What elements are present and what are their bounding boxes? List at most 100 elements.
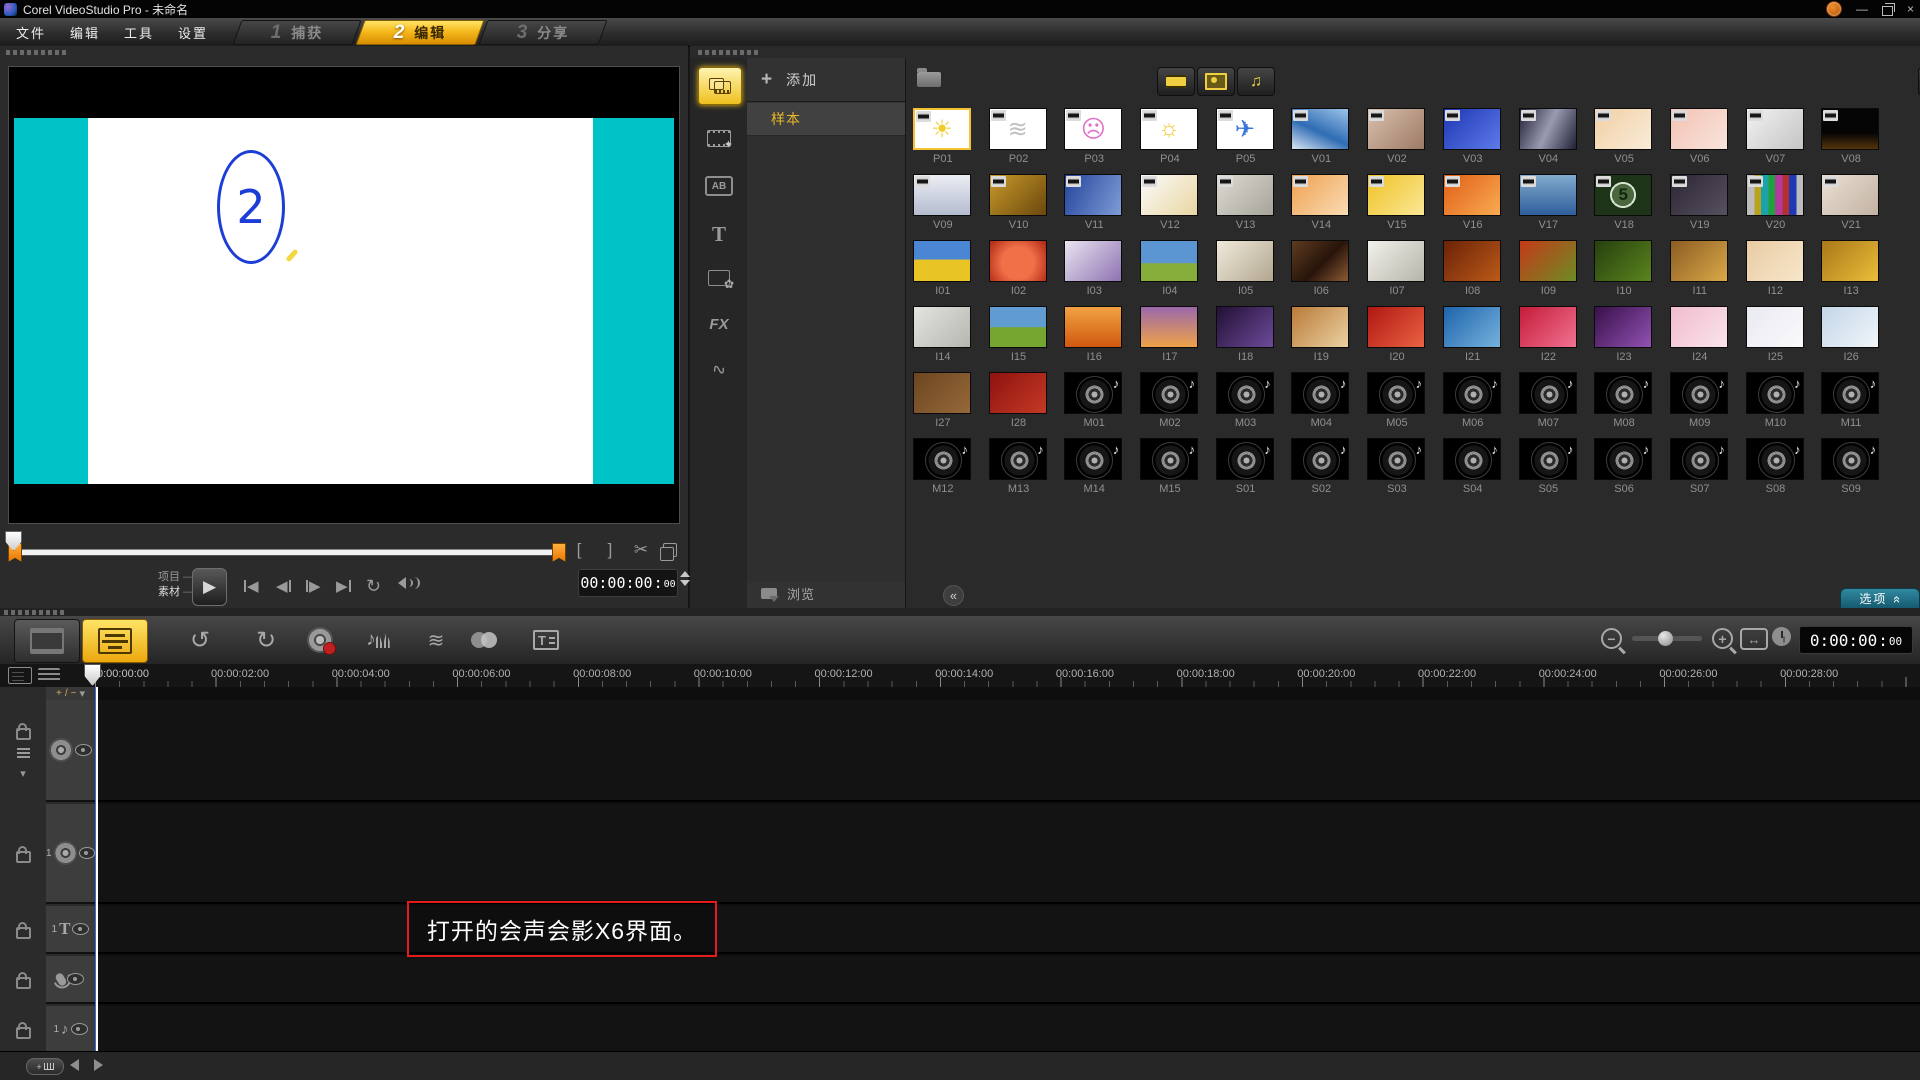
lock-icon[interactable] <box>16 927 31 939</box>
end-button[interactable]: ▶ <box>336 576 351 596</box>
transition-icon[interactable]: AB <box>698 168 740 204</box>
media-thumbnail[interactable]: I03 <box>1056 236 1132 302</box>
media-thumbnail[interactable]: ♪ M09 <box>1662 368 1738 434</box>
media-thumbnail[interactable]: I22 <box>1511 302 1587 368</box>
add-gallery-button[interactable]: + 添加 <box>747 58 905 102</box>
media-thumbnail[interactable]: ♪ S01 <box>1208 434 1284 500</box>
undo-button[interactable]: ↺ <box>180 624 220 656</box>
eye-icon[interactable] <box>71 1023 88 1035</box>
media-thumbnail[interactable]: ☹ P03 <box>1056 104 1132 170</box>
media-thumbnail[interactable]: I12 <box>1738 236 1814 302</box>
step-tab[interactable]: 3 分享 <box>483 20 603 45</box>
media-thumbnail[interactable]: I27 <box>905 368 981 434</box>
slider-knob[interactable] <box>1658 631 1673 646</box>
media-thumbnail[interactable]: I17 <box>1132 302 1208 368</box>
media-thumbnail[interactable]: V11 <box>1056 170 1132 236</box>
media-thumbnail[interactable]: ♪ M10 <box>1738 368 1814 434</box>
media-thumbnail[interactable]: V16 <box>1435 170 1511 236</box>
title-icon[interactable]: T <box>698 216 740 252</box>
duration-clock-icon[interactable] <box>1772 627 1791 646</box>
media-thumbnail[interactable]: I24 <box>1662 302 1738 368</box>
media-thumbnail[interactable]: ♪ M08 <box>1586 368 1662 434</box>
media-thumbnail[interactable]: I07 <box>1359 236 1435 302</box>
eye-icon[interactable] <box>67 973 84 985</box>
media-thumbnail[interactable]: ♪ M14 <box>1056 434 1132 500</box>
media-thumbnail[interactable]: ♪ M13 <box>981 434 1057 500</box>
media-icon[interactable] <box>698 67 742 105</box>
sound-mixer-button[interactable]: ♪ <box>358 624 398 656</box>
media-thumbnail[interactable]: ♪ S05 <box>1511 434 1587 500</box>
photos-filter-button[interactable] <box>1197 67 1235 96</box>
media-thumbnail[interactable]: ♪ M04 <box>1283 368 1359 434</box>
instant-project-icon[interactable] <box>698 120 740 156</box>
videos-filter-button[interactable] <box>1157 67 1195 96</box>
media-thumbnail[interactable]: I09 <box>1511 236 1587 302</box>
media-thumbnail[interactable]: I28 <box>981 368 1057 434</box>
media-thumbnail[interactable]: ♪ S03 <box>1359 434 1435 500</box>
mark-out-button[interactable]: ] <box>601 540 619 560</box>
options-tab[interactable]: 选项 « <box>1840 588 1920 608</box>
media-thumbnail[interactable]: I16 <box>1056 302 1132 368</box>
overlay-track-header[interactable]: 1 <box>46 804 95 904</box>
minimize-button[interactable]: — <box>1856 2 1868 16</box>
split-clip-icon[interactable]: ✂ <box>632 540 650 560</box>
title-track-header[interactable]: 1T <box>46 906 95 954</box>
media-thumbnail[interactable]: V02 <box>1359 104 1435 170</box>
media-thumbnail[interactable]: ♪ M11 <box>1813 368 1889 434</box>
media-thumbnail[interactable]: I02 <box>981 236 1057 302</box>
media-thumbnail[interactable]: I25 <box>1738 302 1814 368</box>
media-thumbnail[interactable]: I08 <box>1435 236 1511 302</box>
restore-button[interactable] <box>1882 6 1893 16</box>
media-thumbnail[interactable]: V04 <box>1511 104 1587 170</box>
scroll-left-icon[interactable] <box>70 1059 79 1071</box>
play-button[interactable]: ▶ <box>192 568 227 606</box>
spin-up-icon[interactable] <box>680 571 690 577</box>
music-track-header[interactable]: 1♪ <box>46 1006 95 1054</box>
media-thumbnail[interactable]: V12 <box>1132 170 1208 236</box>
media-thumbnail[interactable]: ♪ S08 <box>1738 434 1814 500</box>
lock-icon[interactable] <box>16 851 31 863</box>
playhead-line[interactable] <box>95 687 98 1052</box>
import-folder-icon[interactable] <box>917 72 941 87</box>
timeline-zoom-slider[interactable] <box>1632 636 1702 641</box>
enlarge-preview-icon[interactable] <box>663 543 677 557</box>
media-thumbnail[interactable]: I18 <box>1208 302 1284 368</box>
media-thumbnail[interactable]: V09 <box>905 170 981 236</box>
panel-grip[interactable] <box>698 50 760 55</box>
close-button[interactable]: × <box>1907 2 1914 16</box>
zoom-out-button[interactable]: − <box>1601 628 1622 649</box>
video-track-lane[interactable] <box>95 700 1920 802</box>
media-thumbnail[interactable]: ♪ M12 <box>905 434 981 500</box>
media-thumbnail[interactable]: I23 <box>1586 302 1662 368</box>
menu-item[interactable]: 文件 <box>4 23 58 42</box>
gallery-item-sample[interactable]: 样本 <box>747 103 905 136</box>
preview-monitor[interactable]: 2 <box>8 66 680 524</box>
record-capture-button[interactable] <box>300 624 340 656</box>
media-thumbnail[interactable]: I06 <box>1283 236 1359 302</box>
media-thumbnail[interactable]: V06 <box>1662 104 1738 170</box>
media-thumbnail[interactable]: I15 <box>981 302 1057 368</box>
motion-path-icon[interactable]: ∿ <box>698 352 740 388</box>
media-thumbnail[interactable]: ≋ P02 <box>981 104 1057 170</box>
media-thumbnail[interactable]: I10 <box>1586 236 1662 302</box>
chevron-down-icon[interactable]: ▾ <box>20 767 26 780</box>
clip-mode-label[interactable]: 素材 <box>158 586 180 598</box>
home-button[interactable]: ◀ <box>244 576 259 596</box>
project-mode-label[interactable]: 项目 <box>158 571 180 583</box>
voice-track-lane[interactable] <box>95 956 1920 1004</box>
media-thumbnail[interactable]: ♪ M02 <box>1132 368 1208 434</box>
track-transparency-button[interactable] <box>466 624 506 656</box>
browse-button[interactable]: 浏览 <box>761 584 815 603</box>
filter-icon[interactable]: FX <box>698 306 740 342</box>
ripple-edit-button[interactable]: ≋ <box>416 624 456 656</box>
video-track-header[interactable] <box>46 700 95 802</box>
trim-handle-end[interactable] <box>552 543 566 562</box>
media-thumbnail[interactable]: I14 <box>905 302 981 368</box>
media-thumbnail[interactable]: V05 <box>1586 104 1662 170</box>
previous-frame-button[interactable]: ◀ <box>276 576 291 596</box>
media-thumbnail[interactable]: V15 <box>1359 170 1435 236</box>
step-tab[interactable]: 2 编辑 <box>360 20 480 45</box>
panel-grip[interactable] <box>6 50 68 55</box>
timeline-timecode[interactable]: 0:00:00:00 <box>1799 626 1913 654</box>
lock-icon[interactable] <box>16 977 31 989</box>
